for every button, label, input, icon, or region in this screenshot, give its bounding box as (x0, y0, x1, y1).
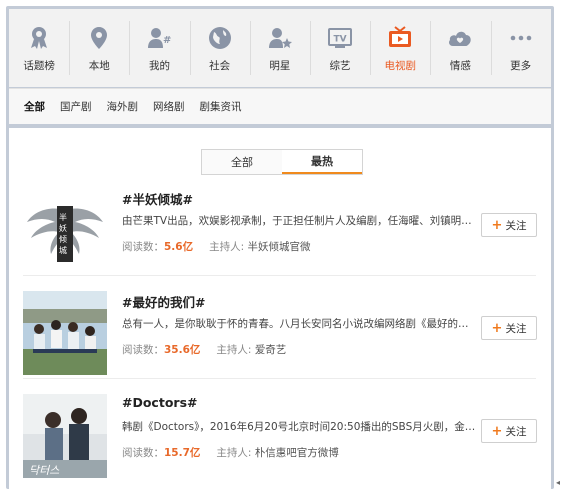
category-mine[interactable]: # 我的 (129, 9, 189, 87)
host-name[interactable]: 爱奇艺 (255, 344, 287, 356)
topic-description: 由芒果TV出品，欢娱影视承制，于正担任制片人及编剧，任海曜、刘镇明… (122, 215, 472, 227)
category-nav: 话题榜 本地 # 我的 社会 明星 TV 综艺 电视剧 情感 更多 (9, 9, 551, 87)
svg-text:半: 半 (59, 212, 67, 222)
topic-description: 总有一人，是你耿耿于怀的青春。八月长安同名小说改编网络剧《最好的… (122, 318, 469, 330)
list-item: 닥터스 #Doctors# 韩剧《Doctors》，2016年6月20号北京时间… (23, 386, 537, 482)
category-label: 综艺 (329, 60, 351, 72)
subtab-drama-news[interactable]: 剧集资讯 (200, 99, 242, 114)
list-item: 半 妖 倾 城 #半妖倾城# 由芒果TV出品，欢娱影视承制，于正担任制片人及编剧… (23, 180, 537, 276)
plus-icon: + (491, 320, 503, 336)
category-emotion[interactable]: 情感 (430, 9, 490, 87)
topic-thumbnail[interactable] (23, 291, 107, 375)
reads-label: 阅读数： (122, 447, 164, 459)
star-person-icon (267, 25, 293, 51)
corner-arrow-icon: ◂ (556, 478, 561, 487)
reads-count: 15.7亿 (164, 447, 201, 459)
category-society[interactable]: 社会 (189, 9, 250, 87)
topic-title[interactable]: #最好的我们# (122, 292, 205, 311)
category-label: 情感 (449, 60, 471, 72)
host-label: 主持人: (209, 241, 245, 253)
follow-label: 关注 (505, 322, 527, 335)
svg-text:倾: 倾 (59, 234, 67, 244)
category-more[interactable]: 更多 (490, 9, 551, 87)
award-ribbon-icon (26, 25, 52, 51)
follow-button[interactable]: + 关注 (481, 419, 537, 443)
reads-count: 5.6亿 (164, 241, 194, 253)
category-topics[interactable]: 话题榜 (9, 9, 69, 87)
follow-label: 关注 (505, 219, 527, 232)
category-label: 我的 (148, 60, 170, 72)
follow-label: 关注 (505, 425, 527, 438)
topic-title[interactable]: #Doctors# (122, 395, 198, 410)
subtab-all[interactable]: 全部 (24, 99, 45, 114)
category-label: 更多 (510, 60, 532, 72)
sort-segment: 全部 最热 (201, 149, 363, 175)
segment-hottest[interactable]: 最热 (282, 150, 362, 174)
reads-count: 35.6亿 (164, 344, 201, 356)
segment-all[interactable]: 全部 (202, 150, 282, 174)
heart-cloud-icon (447, 25, 473, 51)
svg-text:TV: TV (334, 35, 347, 45)
host-name[interactable]: 朴信惠吧官方微博 (255, 447, 339, 459)
plus-icon: + (491, 217, 503, 233)
svg-text:닥터스: 닥터스 (29, 464, 60, 477)
tv-icon: TV (327, 25, 353, 51)
tv-play-icon (387, 25, 413, 51)
plus-icon: + (491, 423, 503, 439)
follow-button[interactable]: + 关注 (481, 213, 537, 237)
topic-description: 韩剧《Doctors》，2016年6月20号北京时间20:50播出的SBS月火剧… (122, 421, 477, 433)
location-pin-icon (86, 25, 112, 51)
category-tv-drama[interactable]: 电视剧 (370, 9, 430, 87)
more-dots-icon (508, 25, 534, 51)
category-local[interactable]: 本地 (69, 9, 129, 87)
category-label: 社会 (209, 60, 231, 72)
globe-icon (207, 25, 233, 51)
category-variety[interactable]: TV 综艺 (309, 9, 370, 87)
drama-subtabs: 全部 国产剧 海外剧 网络剧 剧集资讯 (9, 88, 551, 124)
user-hash-icon: # (146, 25, 172, 51)
svg-text:#: # (163, 35, 171, 46)
reads-label: 阅读数： (122, 344, 164, 356)
host-label: 主持人: (216, 344, 252, 356)
subtab-web-drama[interactable]: 网络剧 (153, 99, 185, 114)
topic-meta: 阅读数：15.7亿 主持人: 朴信惠吧官方微博 (122, 445, 339, 460)
host-label: 主持人: (216, 447, 252, 459)
topic-title[interactable]: #半妖倾城# (122, 189, 193, 208)
category-label: 电视剧 (384, 60, 416, 72)
host-name[interactable]: 半妖倾城官微 (248, 241, 311, 253)
reads-label: 阅读数： (122, 241, 164, 253)
topic-thumbnail[interactable]: 닥터스 (23, 394, 107, 478)
topic-meta: 阅读数：5.6亿 主持人: 半妖倾城官微 (122, 239, 311, 254)
topic-thumbnail[interactable]: 半 妖 倾 城 (23, 188, 107, 272)
topic-list-panel: 全部 最热 半 妖 倾 城 #半妖倾城# 由芒果TV出品，欢娱影视承制，于正担任… (9, 128, 551, 489)
list-item: #最好的我们# 总有一人，是你耿耿于怀的青春。八月长安同名小说改编网络剧《最好的… (23, 283, 537, 379)
category-label: 明星 (269, 60, 291, 72)
svg-text:妖: 妖 (59, 223, 67, 233)
follow-button[interactable]: + 关注 (481, 316, 537, 340)
app-frame: 话题榜 本地 # 我的 社会 明星 TV 综艺 电视剧 情感 更多 全部 国产剧… (6, 6, 554, 489)
topic-meta: 阅读数：35.6亿 主持人: 爱奇艺 (122, 342, 286, 357)
subtab-domestic[interactable]: 国产剧 (60, 99, 92, 114)
category-label: 本地 (88, 60, 110, 72)
subtab-overseas[interactable]: 海外剧 (107, 99, 139, 114)
category-celebrity[interactable]: 明星 (249, 9, 310, 87)
svg-text:城: 城 (59, 246, 67, 255)
category-label: 话题榜 (23, 60, 55, 72)
